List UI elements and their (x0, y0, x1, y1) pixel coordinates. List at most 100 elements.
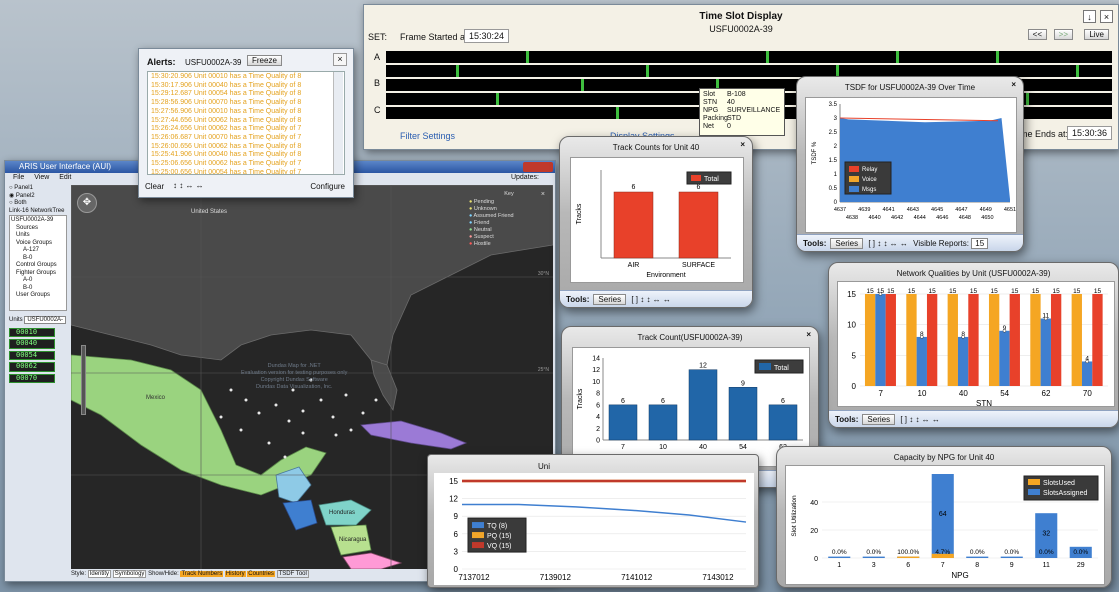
alert-line[interactable]: 15:28:56.906 Unit 00070 has a Time Quali… (151, 99, 341, 108)
data-label: 15 (887, 288, 895, 295)
bar (1040, 318, 1051, 386)
tsdf-tool[interactable]: TSDF Tool (276, 570, 309, 578)
bar (966, 556, 989, 558)
data-label: 9 (741, 380, 745, 387)
close-icon[interactable]: × (333, 53, 347, 66)
unit-list: 00010 00040 00054 00062 00070 (9, 327, 67, 383)
style-symbology[interactable]: Symbology (112, 570, 147, 578)
map-label-mexico: Mexico (146, 395, 166, 401)
legend-swatch (1028, 479, 1040, 485)
alerts-scrollbar[interactable] (333, 72, 343, 174)
x-tick-label: 54 (739, 444, 747, 451)
x-tick-label: 4651 (1004, 207, 1016, 213)
prev-frame-button[interactable]: << (1027, 29, 1047, 40)
bar (862, 556, 885, 558)
legend-swatch (1028, 489, 1040, 495)
row-label-a: A (374, 52, 381, 62)
units-select[interactable]: USFU0002A- (24, 316, 67, 324)
toolbar-icons[interactable]: [ ] ↕ ↕ ↔ ↔ (631, 295, 671, 304)
alerts-list[interactable]: 15:30:20.906 Unit 00010 has a Time Quali… (147, 71, 345, 175)
panel-radio-2[interactable]: ◉ Panel2 (9, 193, 67, 201)
window-controls[interactable] (523, 162, 553, 172)
pan-control[interactable]: ✥ (77, 193, 97, 213)
toggle-countries[interactable]: Countries (247, 571, 275, 577)
sort-icons[interactable]: ↕ ↕ ↔ ↔ (173, 181, 204, 190)
bar (1000, 556, 1023, 558)
data-point (920, 335, 924, 339)
series-dropdown[interactable]: Series (593, 294, 627, 305)
zoom-slider[interactable] (81, 345, 86, 415)
menu-edit[interactable]: Edit (59, 174, 71, 181)
data-label: 100.0% (897, 549, 919, 556)
next-frame-button[interactable]: >> (1053, 29, 1073, 40)
alert-line[interactable]: 15:30:20.906 Unit 00010 has a Time Quali… (151, 73, 341, 82)
download-icon[interactable]: ↓ (1083, 10, 1096, 23)
alert-line[interactable]: 15:30:17.906 Unit 00040 has a Time Quali… (151, 82, 341, 91)
alert-line[interactable]: 15:27:56.906 Unit 00010 has a Time Quali… (151, 108, 341, 117)
y-tick-label: 6 (596, 402, 600, 409)
menu-file[interactable]: File (13, 174, 24, 181)
alert-line[interactable]: 15:26:00.656 Unit 00062 has a Time Quali… (151, 143, 341, 152)
x-tick-label: 8 (975, 562, 979, 569)
legend-label: PQ (15) (487, 533, 512, 540)
menu-view[interactable]: View (34, 174, 49, 181)
chart-plot: 0 0.5 1 1.5 2 2.5 3 3.5 4637 4639 4641 4643 4645 4647… (805, 97, 1017, 233)
close-icon[interactable]: × (1100, 10, 1113, 23)
unit-badge[interactable]: 00010 (9, 327, 55, 337)
unit-badge[interactable]: 00062 (9, 362, 55, 372)
alert-line[interactable]: 15:25:00.656 Unit 00054 has a Time Quali… (151, 169, 341, 174)
close-icon[interactable]: × (806, 330, 811, 339)
x-tick-label: 29 (1077, 562, 1085, 569)
unit-badge[interactable]: 00070 (9, 373, 55, 383)
close-icon[interactable]: × (1011, 80, 1016, 89)
data-label: 15 (1073, 288, 1081, 295)
series-dropdown[interactable]: Series (830, 238, 864, 249)
key-close-icon[interactable]: × (541, 191, 545, 198)
series-dropdown[interactable]: Series (862, 414, 896, 425)
legend-swatch (472, 522, 484, 529)
slot-row-a[interactable] (386, 51, 1112, 63)
data-label: 15 (929, 288, 937, 295)
panel-radio-both[interactable]: ○ Both (9, 200, 67, 208)
unit-badge[interactable]: 00054 (9, 350, 55, 360)
x-tick-label: 4648 (959, 215, 971, 221)
freeze-button[interactable]: Freeze (247, 55, 282, 66)
panel-radio-1[interactable]: ○ Panel1 (9, 185, 67, 193)
alert-line[interactable]: 15:29:12.687 Unit 00054 has a Time Quali… (151, 90, 341, 99)
map-key: × Key ● Pending ● Unknown ● Assumed Friend… (469, 191, 549, 248)
alert-line[interactable]: 15:26:06.687 Unit 00070 has a Time Quali… (151, 134, 341, 143)
alert-line[interactable]: 15:27:44.656 Unit 00062 has a Time Quali… (151, 117, 341, 126)
chart-title: TSDF for USFU0002A-39 Over Time (844, 83, 976, 92)
y-axis-label: TSDF % (812, 141, 818, 164)
configure-button[interactable]: Configure (310, 182, 345, 191)
key-item-label: Suspect (473, 234, 494, 240)
x-tick-label: 9 (1010, 562, 1014, 569)
y-tick-label: 1 (834, 172, 838, 178)
alert-line[interactable]: 15:26:24.656 Unit 00062 has a Time Quali… (151, 125, 341, 134)
chart-toolbar: Tools:Series [ ] ↕ ↕ ↔ ↔ (560, 290, 752, 307)
alert-line[interactable]: 15:25:06.656 Unit 00062 has a Time Quali… (151, 160, 341, 169)
chart-plot: 6 AIR 6 SURFACE Environment Tracks Total (570, 157, 744, 283)
filter-settings-link[interactable]: Filter Settings (400, 131, 455, 141)
map-watermark: Dundas Map for .NET Evaluation version f… (241, 363, 348, 390)
network-tree[interactable]: USFU0002A-39 Sources Units Voice Groups … (9, 215, 67, 311)
row-label-b: B (374, 78, 381, 88)
y-tick-label: 12 (592, 367, 600, 374)
toolbar-icons[interactable]: [ ] ↕ ↕ ↔ ↔ (900, 415, 940, 424)
y-tick-label: 8 (596, 391, 600, 398)
toggle-history[interactable]: History (224, 571, 246, 577)
live-button[interactable]: Live (1084, 29, 1109, 40)
clear-button[interactable]: Clear (145, 182, 164, 191)
bar (613, 191, 654, 259)
close-icon[interactable]: × (740, 140, 745, 149)
toggle-track-numbers[interactable]: Track Numbers (180, 571, 224, 577)
map-label-nicaragua: Nicaragua (339, 537, 367, 543)
key-item: ● Hostile (469, 241, 549, 248)
toolbar-icons[interactable]: [ ] ↕ ↕ ↔ ↔ (868, 239, 908, 248)
unit-badge[interactable]: 00040 (9, 339, 55, 349)
style-identity[interactable]: Identity (87, 570, 112, 578)
visible-reports-input[interactable]: 15 (971, 238, 989, 249)
alert-line[interactable]: 15:25:41.906 Unit 00040 has a Time Quali… (151, 151, 341, 160)
data-label: 0.0% (1004, 549, 1019, 556)
map-label-us: United States (191, 209, 228, 215)
